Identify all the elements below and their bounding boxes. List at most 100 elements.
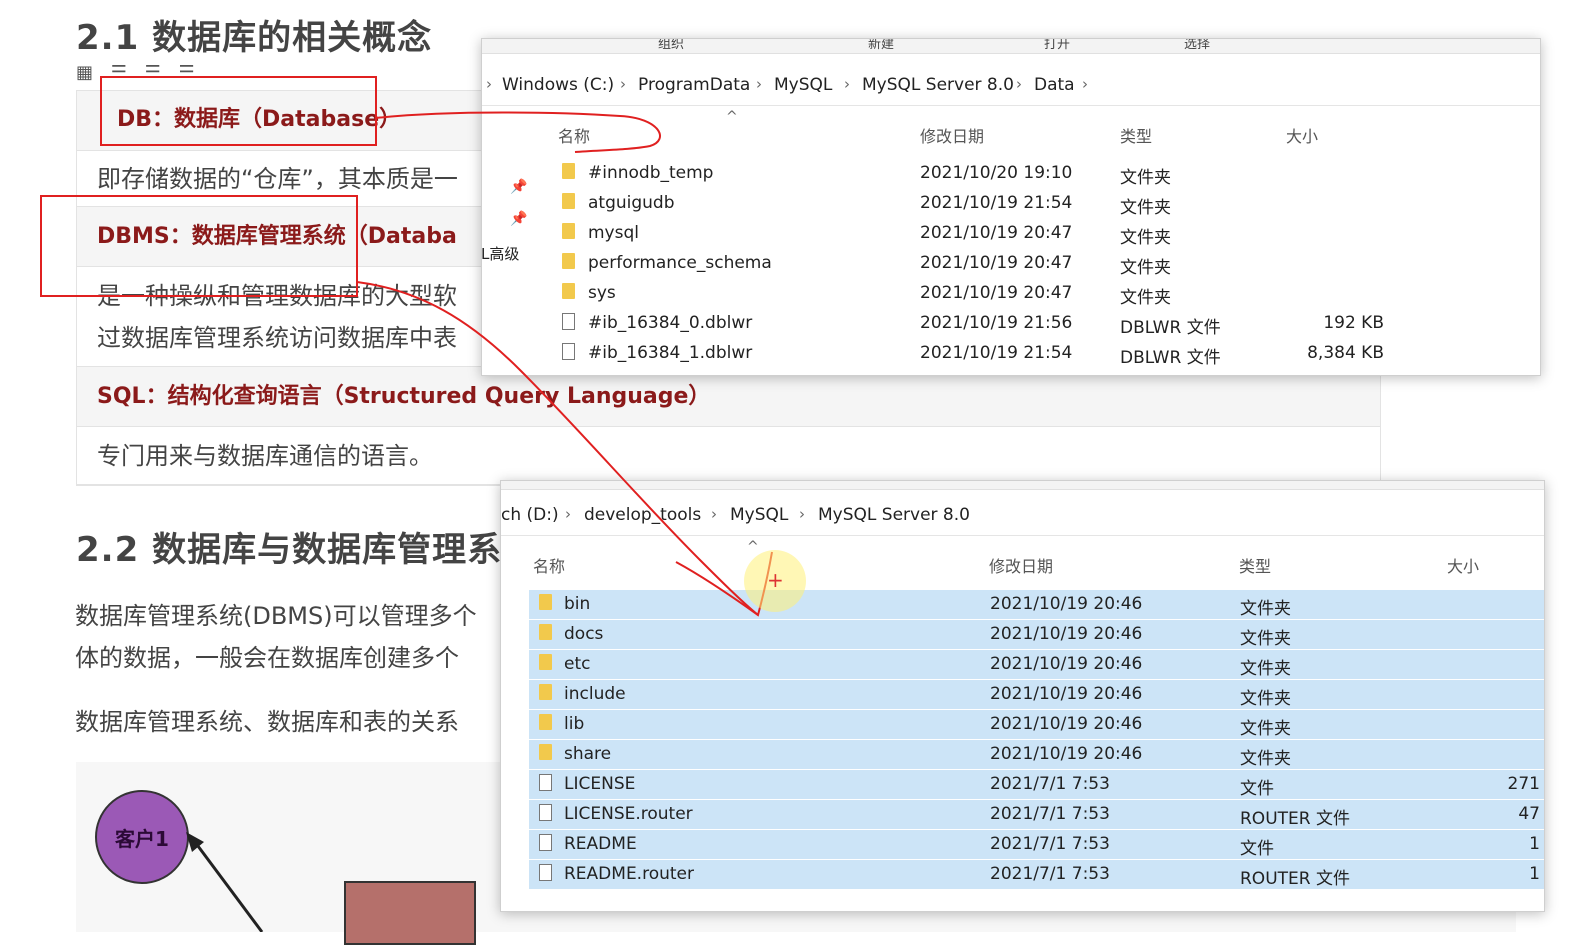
cell-date: 2021/10/20 19:10: [920, 163, 1073, 183]
column-date[interactable]: 修改日期: [989, 553, 1053, 577]
cell-size: 1: [1529, 834, 1540, 854]
cell-type: ROUTER 文件: [1240, 869, 1350, 889]
paragraph-relationship: 数据库管理系统、数据库和表的关系: [75, 708, 459, 736]
def-sql-body-text: 专门用来与数据库通信的语言。: [97, 442, 433, 470]
breadcrumb-drive-d[interactable]: ch (D:): [501, 505, 559, 525]
ribbon-open[interactable]: 打开: [1044, 39, 1070, 52]
cell-type: ROUTER 文件: [1240, 809, 1350, 829]
explorer-window-data[interactable]: 组织 新建 打开 选择 › Windows (C:) › ProgramData…: [481, 38, 1541, 376]
cell-name: share: [564, 744, 612, 764]
folder-icon: [562, 253, 575, 269]
doc-toolbar-icons[interactable]: ▦ ☰ ☰ ☰: [76, 62, 201, 83]
cell-size: 192 KB: [1323, 313, 1384, 333]
cell-size: 1: [1529, 864, 1540, 884]
column-date[interactable]: 修改日期: [920, 123, 984, 147]
file-row[interactable]: atguigudb 2021/10/19 21:54 文件夹: [542, 189, 1422, 219]
folder-icon: [539, 684, 552, 700]
cell-name: include: [564, 684, 626, 704]
breadcrumb-data[interactable]: Data: [1034, 75, 1075, 95]
cell-name: #ib_16384_1.dblwr: [588, 343, 753, 363]
column-size[interactable]: 大小: [1447, 553, 1479, 577]
cell-type: 文件夹: [1240, 749, 1291, 769]
file-row[interactable]: README 2021/7/1 7:53 文件 1: [529, 830, 1544, 860]
sort-up-icon: ^: [726, 109, 738, 125]
address-bar[interactable]: › Windows (C:) › ProgramData › MySQL › M…: [482, 65, 1540, 106]
ribbon-select[interactable]: 选择: [1184, 39, 1210, 52]
column-type[interactable]: 类型: [1239, 553, 1271, 577]
file-icon: [539, 834, 552, 851]
sidebar-fragment: L高级: [481, 245, 520, 263]
file-row[interactable]: #ib_16384_0.dblwr 2021/10/19 21:56 DBLWR 文…: [542, 309, 1422, 339]
cell-type: 文件夹: [1240, 659, 1291, 679]
file-row[interactable]: bin 2021/10/19 20:46 文件夹: [529, 590, 1544, 620]
column-type[interactable]: 类型: [1120, 123, 1152, 147]
ribbon-bar: [501, 481, 1544, 490]
def-db-body-text: 即存储数据的“仓库”，其本质是一: [97, 165, 458, 193]
cell-date: 2021/10/19 20:47: [920, 283, 1073, 303]
breadcrumb-develop-tools[interactable]: develop_tools: [584, 505, 701, 525]
column-name[interactable]: 名称: [558, 123, 590, 147]
ribbon-new[interactable]: 新建: [868, 39, 894, 52]
file-row[interactable]: include 2021/10/19 20:46 文件夹: [529, 680, 1544, 710]
chevron-right-icon: ›: [1016, 75, 1022, 93]
def-sql-head: SQL：结构化查询语言（Structured Query Language）: [77, 367, 1380, 427]
address-bar[interactable]: ch (D:) › develop_tools › MySQL › MySQL …: [501, 495, 1544, 536]
cell-name: lib: [564, 714, 585, 734]
cursor-crosshair-icon: +: [767, 568, 784, 592]
cell-date: 2021/10/19 20:46: [990, 714, 1143, 734]
folder-icon: [539, 714, 552, 730]
sort-up-icon: ^: [747, 539, 759, 555]
cell-type: 文件夹: [1240, 689, 1291, 709]
column-name[interactable]: 名称: [533, 553, 565, 577]
file-row[interactable]: etc 2021/10/19 20:46 文件夹: [529, 650, 1544, 680]
cell-name: LICENSE: [564, 774, 636, 794]
cell-date: 2021/10/19 20:46: [990, 654, 1143, 674]
file-row[interactable]: mysql 2021/10/19 20:47 文件夹: [542, 219, 1422, 249]
breadcrumb-mysql-server[interactable]: MySQL Server 8.0: [862, 75, 1014, 95]
chevron-right-icon: ›: [565, 505, 571, 523]
breadcrumb-mysql-server[interactable]: MySQL Server 8.0: [818, 505, 970, 525]
cell-type: 文件夹: [1120, 198, 1171, 218]
file-row[interactable]: LICENSE 2021/7/1 7:53 文件 271: [529, 770, 1544, 800]
breadcrumb-drive-c[interactable]: Windows (C:): [502, 75, 614, 95]
cell-type: 文件夹: [1120, 258, 1171, 278]
file-row[interactable]: #innodb_temp 2021/10/20 19:10 文件夹: [542, 159, 1422, 189]
file-row[interactable]: sys 2021/10/19 20:47 文件夹: [542, 279, 1422, 309]
cell-name: LICENSE.router: [564, 804, 693, 824]
pin-icon[interactable]: 📌: [510, 179, 527, 195]
cell-name: #innodb_temp: [588, 163, 714, 183]
file-icon: [539, 864, 552, 881]
chevron-right-icon: ›: [711, 505, 717, 523]
file-row[interactable]: LICENSE.router 2021/7/1 7:53 ROUTER 文件 47: [529, 800, 1544, 830]
file-row[interactable]: performance_schema 2021/10/19 20:47 文件夹: [542, 249, 1422, 279]
breadcrumb-mysql[interactable]: MySQL: [730, 505, 788, 525]
pin-icon[interactable]: 📌: [510, 211, 527, 227]
file-row[interactable]: #ib_16384_1.dblwr 2021/10/19 21:54 DBLWR 文…: [542, 339, 1422, 369]
ribbon-organize[interactable]: 组织: [658, 39, 684, 52]
def-sql-head-text: SQL：结构化查询语言（Structured Query Language）: [97, 384, 711, 409]
cell-name: atguigudb: [588, 193, 675, 213]
folder-icon: [562, 223, 575, 239]
ribbon-bar: 组织 新建 打开 选择: [482, 39, 1540, 54]
explorer-window-mysql-server[interactable]: ch (D:) › develop_tools › MySQL › MySQL …: [500, 480, 1545, 912]
chevron-right-icon: ›: [799, 505, 805, 523]
column-size[interactable]: 大小: [1286, 123, 1318, 147]
cell-type: 文件夹: [1120, 168, 1171, 188]
cell-type: 文件夹: [1240, 629, 1291, 649]
folder-icon: [562, 163, 575, 179]
breadcrumb-mysql[interactable]: MySQL: [774, 75, 832, 95]
chevron-right-icon: ›: [486, 75, 492, 93]
folder-icon: [562, 193, 575, 209]
breadcrumb-programdata[interactable]: ProgramData: [638, 75, 750, 95]
cell-date: 2021/7/1 7:53: [990, 834, 1110, 854]
file-row[interactable]: README.router 2021/7/1 7:53 ROUTER 文件 1: [529, 860, 1544, 890]
cell-date: 2021/10/19 20:46: [990, 684, 1143, 704]
file-row[interactable]: lib 2021/10/19 20:46 文件夹: [529, 710, 1544, 740]
paragraph-line-2: 体的数据，一般会在数据库创建多个: [75, 644, 459, 672]
folder-icon: [539, 654, 552, 670]
cell-date: 2021/10/19 20:47: [920, 253, 1073, 273]
cell-name: performance_schema: [588, 253, 772, 273]
file-row[interactable]: share 2021/10/19 20:46 文件夹: [529, 740, 1544, 770]
file-row[interactable]: docs 2021/10/19 20:46 文件夹: [529, 620, 1544, 650]
cell-date: 2021/10/19 20:46: [990, 624, 1143, 644]
